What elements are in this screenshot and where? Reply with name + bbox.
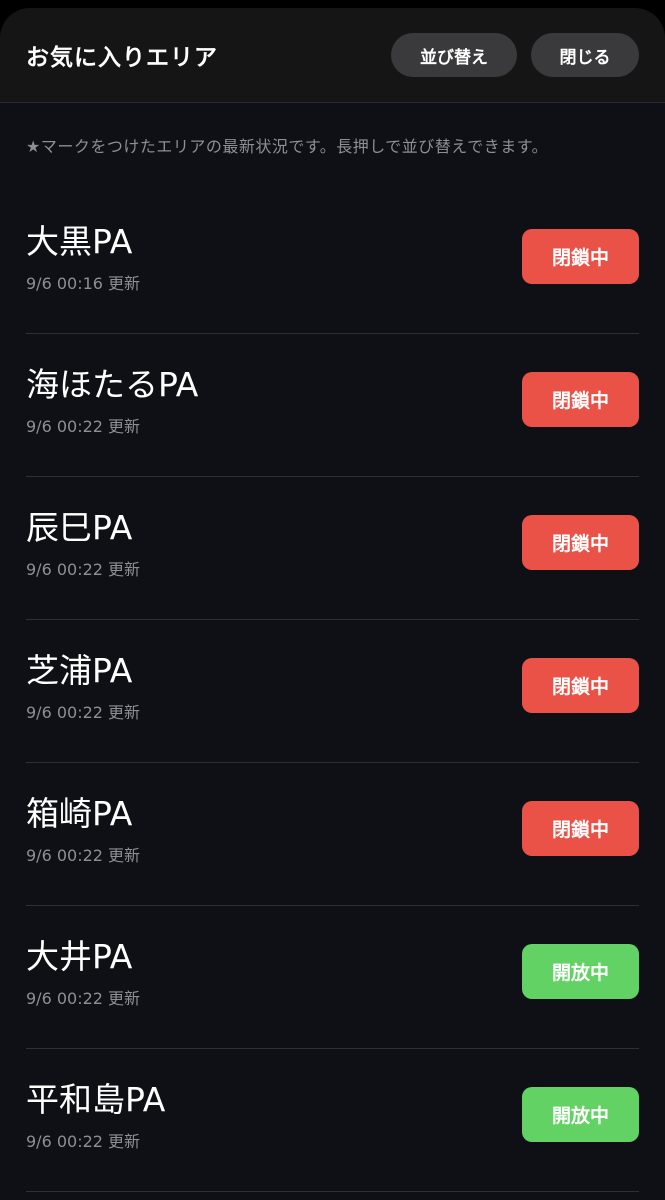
status-badge: 閉鎖中 [522, 658, 639, 713]
area-updated-time: 9/6 00:22 更新 [26, 560, 141, 579]
status-badge: 閉鎖中 [522, 229, 639, 284]
area-name: 辰巳PA [26, 508, 133, 547]
list-item-area-0[interactable]: 大黒PA 9/6 00:16 更新 閉鎖中 [26, 191, 639, 334]
sheet-header: お気に入りエリア 並び替え 閉じる [0, 8, 665, 103]
list-item-area-6[interactable]: 平和島PA 9/6 00:22 更新 開放中 [26, 1049, 639, 1192]
list-item-area-2[interactable]: 辰巳PA 9/6 00:22 更新 閉鎖中 [26, 477, 639, 620]
area-name: 箱崎PA [26, 794, 133, 833]
status-badge: 閉鎖中 [522, 372, 639, 427]
area-updated-time: 9/6 00:22 更新 [26, 1132, 141, 1151]
list-item-area-4[interactable]: 箱崎PA 9/6 00:22 更新 閉鎖中 [26, 763, 639, 906]
area-updated-time: 9/6 00:22 更新 [26, 703, 141, 722]
area-updated-time: 9/6 00:22 更新 [26, 417, 141, 436]
status-badge: 開放中 [522, 1087, 639, 1142]
area-updated-time: 9/6 00:16 更新 [26, 274, 141, 293]
description-text: ★マークをつけたエリアの最新状況です。長押しで並び替えできます。 [26, 137, 549, 156]
list-item-area-3[interactable]: 芝浦PA 9/6 00:22 更新 閉鎖中 [26, 620, 639, 763]
area-name: 海ほたるPA [26, 365, 199, 404]
area-updated-time: 9/6 00:22 更新 [26, 846, 141, 865]
close-button[interactable]: 閉じる [531, 33, 639, 77]
favorites-sheet: お気に入りエリア 並び替え 閉じる ★マークをつけたエリアの最新状況です。長押し… [0, 8, 665, 1200]
area-name: 平和島PA [26, 1080, 166, 1119]
list-item-area-1[interactable]: 海ほたるPA 9/6 00:22 更新 閉鎖中 [26, 334, 639, 477]
list-item-area-5[interactable]: 大井PA 9/6 00:22 更新 開放中 [26, 906, 639, 1049]
status-badge: 閉鎖中 [522, 801, 639, 856]
area-updated-time: 9/6 00:22 更新 [26, 989, 141, 1008]
area-name: 芝浦PA [26, 651, 133, 690]
sort-button[interactable]: 並び替え [391, 33, 517, 77]
status-badge: 開放中 [522, 944, 639, 999]
area-name: 大井PA [26, 937, 133, 976]
page-title: お気に入りエリア [26, 45, 218, 71]
area-name: 大黒PA [26, 222, 133, 261]
area-list: 大黒PA 9/6 00:16 更新 閉鎖中 海ほたるPA 9/6 00:22 更… [26, 191, 639, 1192]
status-badge: 閉鎖中 [522, 515, 639, 570]
